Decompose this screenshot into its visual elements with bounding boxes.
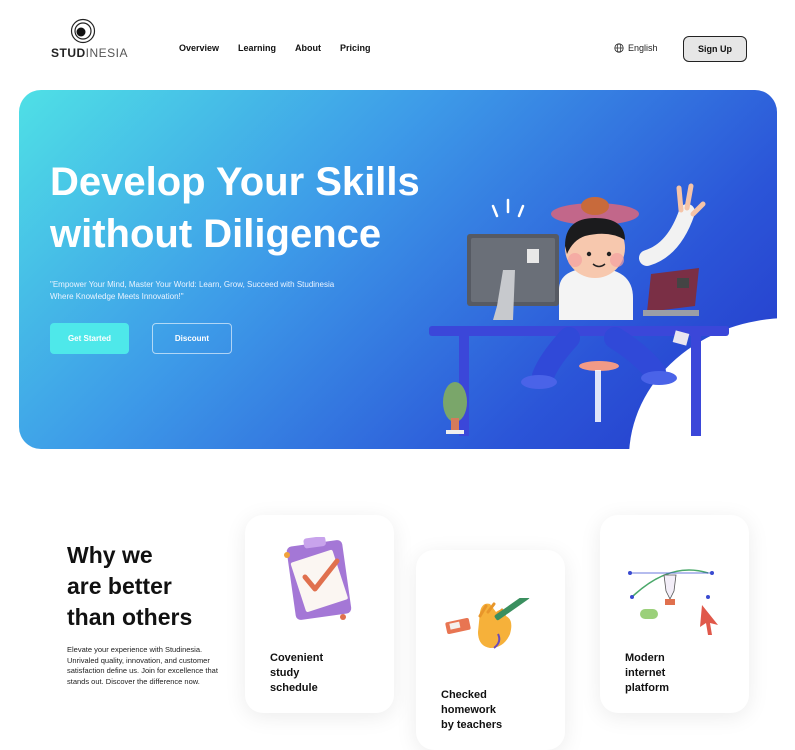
nav-overview[interactable]: Overview <box>179 43 219 53</box>
why-title-line3: than others <box>67 604 193 630</box>
hero-title: Develop Your Skills without Diligence <box>50 156 470 260</box>
hero-banner: Develop Your Skills without Diligence "E… <box>19 90 777 449</box>
get-started-button[interactable]: Get Started <box>50 323 129 354</box>
clipboard-check-icon <box>284 537 352 620</box>
signup-button[interactable]: Sign Up <box>683 36 747 62</box>
logo-mark-icon <box>70 18 96 44</box>
feature-card-schedule[interactable]: Covenient study schedule <box>245 515 394 713</box>
nav-about[interactable]: About <box>295 43 321 53</box>
hero-subtitle: "Empower Your Mind, Master Your World: L… <box>50 280 335 301</box>
brand-name: STUDINESIA <box>51 46 129 60</box>
hero-title-line2: without Diligence <box>50 212 382 256</box>
site-header: STUDINESIA Overview Learning About Prici… <box>0 0 795 90</box>
main-nav: Overview Learning About Pricing <box>179 43 390 53</box>
discount-button[interactable]: Discount <box>152 323 232 354</box>
feature-title-platform: Modern internet platform <box>625 652 669 694</box>
globe-icon <box>614 43 624 53</box>
nav-learning[interactable]: Learning <box>238 43 276 53</box>
vector-pen-icon <box>628 569 718 635</box>
why-section-description: Elevate your experience with Studinesia.… <box>67 645 218 686</box>
language-selector[interactable]: English <box>614 43 658 53</box>
why-section-title: Why we are better than others <box>67 540 237 633</box>
why-title-line1: Why we <box>67 542 153 568</box>
nav-pricing[interactable]: Pricing <box>340 43 371 53</box>
brand-logo[interactable]: STUDINESIA <box>50 18 128 62</box>
feature-card-platform[interactable]: Modern internet platform <box>600 515 749 713</box>
feature-title-schedule: Covenient study schedule <box>270 652 324 694</box>
feature-card-homework[interactable]: Checked homework by teachers <box>416 550 565 750</box>
hero-title-line1: Develop Your Skills <box>50 160 420 204</box>
why-title-line2: are better <box>67 573 172 599</box>
language-label: English <box>628 43 658 53</box>
hand-pencil-icon <box>445 598 530 649</box>
feature-title-homework: Checked homework by teachers <box>441 689 503 731</box>
student-at-desk-illustration <box>429 183 729 436</box>
